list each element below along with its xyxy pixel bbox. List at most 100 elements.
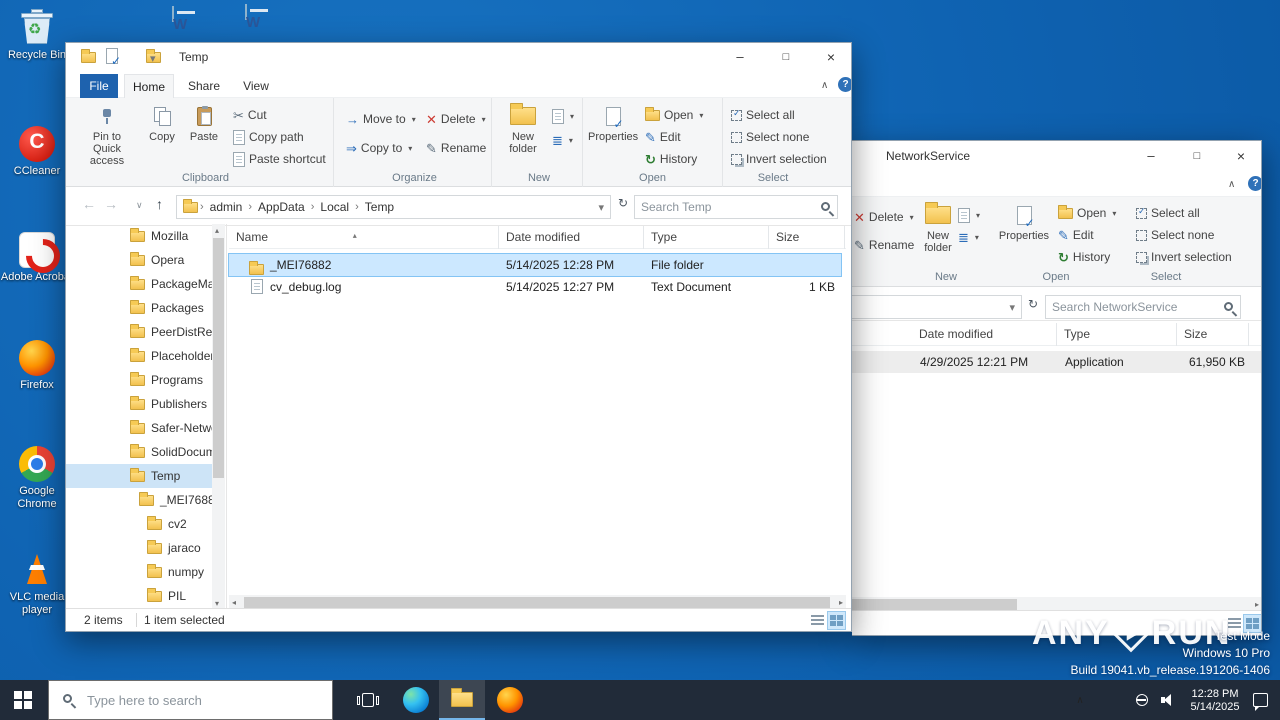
- back-icon[interactable]: ←: [82, 196, 96, 212]
- select-all-button[interactable]: Select all: [731, 105, 795, 125]
- collapse-ribbon-icon[interactable]: ∧: [1228, 179, 1235, 190]
- tab-share[interactable]: Share: [180, 74, 228, 98]
- nav-item-soliddocum[interactable]: SolidDocum...: [66, 440, 212, 464]
- taskbar-search-input[interactable]: [49, 681, 332, 719]
- file-row-mei76882[interactable]: _MEI76882 5/14/2025 12:28 PM File folder: [228, 253, 842, 277]
- desktop-icon-ccleaner[interactable]: CCleaner: [0, 122, 74, 178]
- start-button[interactable]: [0, 680, 46, 720]
- history-button[interactable]: ↻ History: [1058, 247, 1110, 267]
- nav-item-placeholder[interactable]: Placeholder...: [66, 344, 212, 368]
- delete-button[interactable]: ✕ Delete ▾: [854, 207, 914, 227]
- desktop-icon-vlc[interactable]: VLC media player: [0, 548, 74, 617]
- copy-path-button[interactable]: Copy path: [233, 127, 304, 147]
- address-box[interactable]: › admin › AppData › Local › Temp ▾: [176, 195, 611, 219]
- invert-selection-button[interactable]: Invert selection: [1136, 247, 1232, 267]
- nav-item-numpy[interactable]: numpy: [66, 560, 212, 584]
- tray-network-button[interactable]: [1130, 680, 1154, 720]
- help-icon[interactable]: ?: [1248, 176, 1261, 191]
- open-button[interactable]: Open ▾: [1058, 203, 1116, 223]
- desktop-icon-recycle-bin[interactable]: ♻ Recycle Bin: [0, 6, 74, 62]
- forward-icon[interactable]: →: [104, 196, 118, 212]
- history-button[interactable]: ↻ History: [645, 149, 697, 169]
- invert-selection-button[interactable]: Invert selection: [731, 149, 827, 169]
- new-item-button[interactable]: ▾: [958, 205, 980, 225]
- new-folder-button[interactable]: New folder: [914, 199, 962, 265]
- column-header-date[interactable]: Date modified: [912, 323, 1057, 346]
- qat-properties-button[interactable]: [106, 48, 121, 68]
- scroll-down-icon[interactable]: ▾: [215, 599, 219, 608]
- minimize-button[interactable]: –: [717, 43, 763, 71]
- file-row-cv-debug-log[interactable]: cv_debug.log 5/14/2025 12:27 PM Text Doc…: [229, 276, 841, 298]
- desktop-icon-document-1[interactable]: [172, 6, 174, 22]
- scroll-up-icon[interactable]: ▴: [215, 226, 219, 235]
- action-center-button[interactable]: [1248, 680, 1272, 720]
- qat-customize-icon[interactable]: ▾: [150, 52, 156, 65]
- edit-button[interactable]: ✎ Edit: [645, 127, 681, 147]
- nav-item-peerdistrep[interactable]: PeerDistRep...: [66, 320, 212, 344]
- select-none-button[interactable]: Select none: [731, 127, 809, 147]
- easy-access-button[interactable]: ≣ ▾: [958, 227, 979, 247]
- taskbar-edge-button[interactable]: [393, 680, 439, 720]
- search-input[interactable]: [635, 196, 837, 218]
- address-dropdown-icon[interactable]: ▾: [598, 201, 604, 214]
- nav-item-jaraco[interactable]: jaraco: [66, 536, 212, 560]
- column-header-size[interactable]: Size: [769, 226, 845, 249]
- delete-button[interactable]: ✕ Delete ▾: [426, 109, 486, 129]
- scroll-left-icon[interactable]: ◂: [232, 598, 236, 607]
- column-header-size[interactable]: Size: [1177, 323, 1249, 346]
- nav-item-packagema[interactable]: PackageMa...: [66, 272, 212, 296]
- breadcrumb-appdata[interactable]: AppData: [254, 200, 309, 214]
- tray-volume-button[interactable]: [1156, 680, 1180, 720]
- nav-item-programs[interactable]: Programs: [66, 368, 212, 392]
- tab-file[interactable]: File: [80, 74, 118, 98]
- nav-item-mozilla[interactable]: Mozilla: [66, 224, 212, 248]
- select-all-button[interactable]: Select all: [1136, 203, 1200, 223]
- tray-show-hidden-icons[interactable]: ∧: [1068, 680, 1092, 720]
- rename-button[interactable]: ✎ Rename: [854, 235, 914, 255]
- refresh-icon[interactable]: ↻: [618, 196, 628, 210]
- nav-vertical-scrollbar[interactable]: ▴ ▾: [212, 224, 225, 610]
- minimize-button[interactable]: –: [1128, 142, 1174, 170]
- tab-home[interactable]: Home: [124, 74, 174, 98]
- properties-button[interactable]: Properties: [998, 199, 1050, 265]
- copy-button[interactable]: Copy: [142, 100, 182, 166]
- maximize-button[interactable]: □: [763, 43, 809, 71]
- scrollbar-thumb[interactable]: [244, 597, 830, 608]
- paste-button[interactable]: Paste: [184, 100, 224, 166]
- taskbar-search[interactable]: [48, 680, 333, 720]
- taskbar-explorer-button[interactable]: [439, 680, 485, 720]
- edit-button[interactable]: ✎ Edit: [1058, 225, 1094, 245]
- help-icon[interactable]: ?: [838, 77, 851, 92]
- select-none-button[interactable]: Select none: [1136, 225, 1214, 245]
- collapse-ribbon-icon[interactable]: ∧: [821, 80, 828, 91]
- tab-view[interactable]: View: [234, 74, 278, 98]
- pin-to-quick-access-button[interactable]: Pin to Quick access: [83, 100, 131, 167]
- file-row[interactable]: 4/29/2025 12:21 PM Application 61,950 KB: [852, 351, 1261, 373]
- task-view-button[interactable]: [345, 680, 391, 720]
- desktop-icon-google-chrome[interactable]: Google Chrome: [0, 442, 74, 511]
- move-to-button[interactable]: → Move to ▾: [346, 109, 416, 129]
- search-box[interactable]: [634, 195, 838, 219]
- close-button[interactable]: ×: [1220, 142, 1261, 170]
- breadcrumb-admin[interactable]: admin: [206, 200, 247, 214]
- open-button[interactable]: Open ▾: [645, 105, 703, 125]
- details-view-button[interactable]: [809, 612, 826, 629]
- desktop-icon-adobe-acrobat[interactable]: Adobe Acrobat: [0, 228, 74, 284]
- new-item-button[interactable]: ▾: [552, 106, 574, 126]
- taskbar-firefox-button[interactable]: [487, 680, 533, 720]
- refresh-icon[interactable]: ↻: [1028, 297, 1038, 311]
- breadcrumb-temp[interactable]: Temp: [361, 200, 398, 214]
- cut-button[interactable]: ✂ Cut: [233, 105, 267, 125]
- nav-item-opera[interactable]: Opera: [66, 248, 212, 272]
- nav-item-temp[interactable]: Temp: [66, 464, 212, 488]
- nav-item-publishers[interactable]: Publishers: [66, 392, 212, 416]
- properties-button[interactable]: Properties: [588, 100, 638, 166]
- search-box[interactable]: [1045, 295, 1241, 319]
- rename-button[interactable]: ✎ Rename: [426, 138, 486, 158]
- easy-access-button[interactable]: ≣ ▾: [552, 130, 573, 150]
- scrollbar-thumb[interactable]: [852, 599, 1017, 610]
- scrollbar-thumb[interactable]: [213, 238, 224, 478]
- column-header-type[interactable]: Type: [644, 226, 769, 249]
- nav-item-packages[interactable]: Packages: [66, 296, 212, 320]
- up-icon[interactable]: ↑: [156, 196, 163, 212]
